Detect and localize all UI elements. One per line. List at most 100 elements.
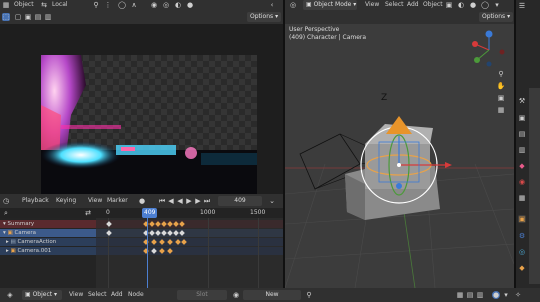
jump-end-icon[interactable]: ⏭ [203,197,211,205]
next-key-icon[interactable]: ▶ [194,197,202,205]
expand-icon[interactable]: ▸ [0,239,9,245]
render-tab-icon[interactable]: ▣ [518,114,526,122]
mode-dropdown[interactable]: ▣ Object ▾ [22,290,62,300]
record-icon[interactable]: ● [138,197,146,205]
menu-object[interactable]: Object [14,0,34,10]
viewport-3d[interactable]: ◎ ▣ Object Mode ▾ View Select Add Object… [285,0,514,288]
snap-toggle-icon[interactable]: ● [492,291,500,299]
select-new-icon[interactable]: ▢ [14,13,22,21]
channel-summary[interactable]: ▾ Summary [0,220,96,228]
render-icon[interactable]: ● [186,1,194,9]
select-extend-icon[interactable]: ▣ [24,13,32,21]
dropdown-icon[interactable]: ▾ [502,291,510,299]
menu-view[interactable]: View [88,196,102,206]
render-preview [41,55,257,200]
playhead-label[interactable]: 409 [142,208,158,218]
navigation-gizmo[interactable] [469,30,509,70]
shading-icon[interactable]: ◐ [174,1,182,9]
menu-node[interactable]: Node [128,290,144,300]
falloff-icon[interactable]: ∧ [130,1,138,9]
link-icon[interactable]: ⚲ [92,1,100,9]
pan-icon[interactable]: ✋ [497,82,506,90]
tool-tab-icon[interactable]: ⚒ [518,97,526,105]
options-button[interactable]: Options ▾ [247,12,282,22]
channel-camera-action[interactable]: ▸ ▤ CameraAction [0,238,96,246]
clock-icon[interactable]: ◷ [2,197,10,205]
menu-add[interactable]: Add [111,290,123,300]
view-layer-tab-icon[interactable]: ▥ [518,146,526,154]
local-dropdown[interactable]: Local [52,0,68,10]
menu-add[interactable]: Add [407,0,419,10]
ruler-tick-0: 0 [106,209,110,216]
swap-icon[interactable]: ⇄ [84,209,92,217]
eye-icon[interactable]: ◉ [150,1,158,9]
action-icon: ▤ [10,239,16,245]
snap-icon[interactable]: ⋮ [104,1,112,9]
menu-view[interactable]: View [69,290,83,300]
transform-icon[interactable]: ⇆ [40,1,48,9]
proportional-icon[interactable]: ◯ [118,1,126,9]
physics-tab-icon[interactable]: ◎ [518,248,526,256]
select-invert-icon[interactable]: ▥ [44,13,52,21]
zoom-icon[interactable]: ⚲ [497,70,505,78]
new-button[interactable]: New [243,290,301,300]
world-tab-icon[interactable]: ◉ [518,178,526,186]
material-icon[interactable]: ◉ [232,291,240,299]
viewport-editor-icon[interactable]: ◎ [289,1,297,9]
object-tab-icon[interactable]: ▣ [518,215,526,223]
scene-tab-icon[interactable]: ◆ [518,162,526,170]
keyframe-area[interactable] [96,208,283,288]
output-tab-icon[interactable]: ▤ [518,130,526,138]
mode-dropdown[interactable]: ▣ Object Mode ▾ [303,0,357,10]
viewport-tool-icon[interactable]: ▣ [445,1,453,9]
play-icon[interactable]: ▶ [185,197,193,205]
collection-tab-icon[interactable]: ▦ [518,194,526,202]
ortho-icon[interactable]: ▦ [497,106,505,114]
pin-icon[interactable]: ⚲ [305,291,313,299]
timeline-settings-icon[interactable]: ⌄ [268,197,276,205]
menu-view[interactable]: View [365,0,379,10]
viewport-tool-icon[interactable]: ◯ [481,1,489,9]
options-button[interactable]: Options ▾ [479,12,514,22]
viewport-tool-icon[interactable]: ● [469,1,477,9]
bottom-tool-icon[interactable]: ▤ [466,291,474,299]
bottom-tool-icon[interactable]: ▦ [456,291,464,299]
frame-ruler[interactable]: 0 409 1000 1500 [96,208,283,218]
menu-select[interactable]: Select [385,0,404,10]
editor-type-icon[interactable]: ▦ [2,1,10,9]
camera-view-icon[interactable]: ▣ [497,94,505,102]
prev-key-icon[interactable]: ◀ [167,197,175,205]
modifier-tab-icon[interactable]: ⚙ [518,232,526,240]
image-editor-area[interactable] [0,24,283,200]
channel-search[interactable]: ⌕ ⇄ [0,208,96,218]
jump-start-icon[interactable]: ⏮ [158,197,166,205]
play-reverse-icon[interactable]: ◀ [176,197,184,205]
current-frame-field[interactable]: 409 [218,196,262,206]
expand-icon[interactable]: ▸ [0,248,9,254]
menu-playback[interactable]: Playback [22,196,49,206]
node-editor-icon[interactable]: ◈ [6,291,14,299]
select-subtract-icon[interactable]: ▤ [34,13,42,21]
menu-object[interactable]: Object [423,0,443,10]
select-box-icon[interactable]: ⬚ [2,13,10,21]
properties-editor-icon[interactable]: ☰ [518,2,526,10]
menu-marker[interactable]: Marker [107,196,128,206]
search-icon: ⌕ [4,209,8,217]
channel-camera[interactable]: ▾ ▣ Camera [0,229,96,237]
channel-list: ▾ Summary ▾ ▣ Camera ▸ ▤ CameraAction ▸ … [0,218,96,288]
expand-icon[interactable]: ▾ [0,230,6,236]
viewport-tool-icon[interactable]: ▾ [493,1,501,9]
menu-select[interactable]: Select [88,290,107,300]
channel-camera-data[interactable]: ▸ ▣ Camera.001 [0,247,96,255]
collapse-icon[interactable]: ‹ [268,1,276,9]
overlay-icon[interactable]: ◎ [162,1,170,9]
pin-icon[interactable]: ✧ [514,291,522,299]
data-tab-icon[interactable]: ◆ [518,264,526,272]
viewport-tool-icon[interactable]: ◐ [457,1,465,9]
expand-icon[interactable]: ▾ [0,221,6,227]
menu-keying[interactable]: Keying [56,196,76,206]
channel-camera-label: Camera [14,230,37,236]
slot-field[interactable]: Slot [177,290,227,300]
playhead-line[interactable] [147,208,148,288]
bottom-tool-icon[interactable]: ▥ [476,291,484,299]
